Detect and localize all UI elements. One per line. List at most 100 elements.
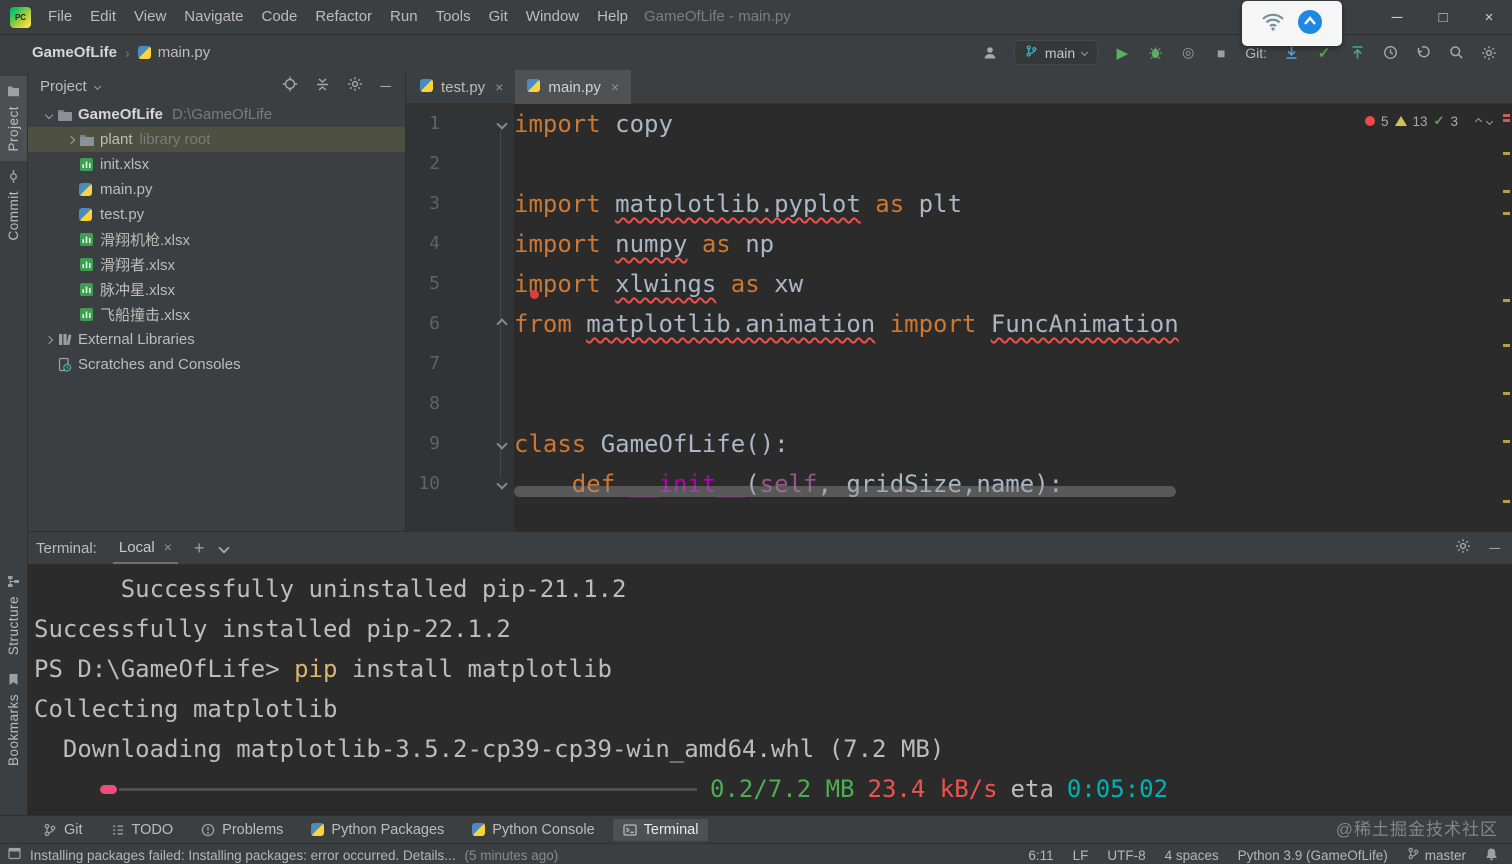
tree-item-scratches-and-consoles[interactable]: Scratches and Consoles [28,352,405,377]
menu-view[interactable]: View [125,0,175,34]
tree-item-xlsx[interactable]: 脉冲星.xlsx [28,277,405,302]
tool-stripe-project[interactable]: Project [0,76,27,161]
fold-up-icon[interactable] [494,304,510,344]
menu-navigate[interactable]: Navigate [175,0,252,34]
tool-stripe-structure[interactable]: Structure [0,566,27,664]
panel-settings-icon[interactable] [347,76,363,96]
editor-tab-test-py[interactable]: test.py × [408,70,515,104]
project-panel-title[interactable]: Project [40,78,101,95]
search-everywhere-button[interactable] [1447,43,1465,63]
tool-button-todo[interactable]: TODO [101,819,184,841]
next-problem-icon[interactable] [1485,117,1494,125]
chevron-right-icon[interactable] [40,335,57,344]
tree-item-xlsx[interactable]: 滑翔者.xlsx [28,252,405,277]
terminal-dropdown-button[interactable] [218,542,231,554]
fold-down-icon[interactable] [494,464,510,504]
editor-tab-main-py[interactable]: main.py × [515,70,632,104]
prev-problem-icon[interactable] [1474,117,1483,125]
tree-item-gameoflife[interactable]: GameOfLife D:\GameOfLife [28,102,405,127]
chevron-right-icon[interactable] [62,135,79,144]
tree-item-main-py[interactable]: main.py [28,177,405,202]
collapse-all-icon[interactable] [315,77,330,96]
status-message[interactable]: Installing packages failed: Installing p… [30,848,455,863]
tool-button-problems[interactable]: Problems [191,819,293,841]
fold-down-icon[interactable] [494,424,510,464]
code-line[interactable] [514,344,1512,384]
debug-button[interactable] [1146,43,1164,63]
status-item-lf[interactable]: LF [1073,848,1089,863]
maximize-button[interactable]: □ [1420,0,1466,34]
menu-refactor[interactable]: Refactor [306,0,381,34]
tree-item-xlsx[interactable]: 飞船撞击.xlsx [28,302,405,327]
minimize-button[interactable]: ─ [1374,0,1420,34]
locate-file-icon[interactable] [282,76,298,96]
branch-selector[interactable]: main [1013,40,1099,65]
run-button[interactable]: ▶ [1113,43,1131,63]
hide-panel-icon[interactable]: ─ [380,78,391,95]
tool-button-python-packages[interactable]: Python Packages [301,819,454,841]
code-line[interactable]: from matplotlib.animation import FuncAni… [514,304,1512,344]
tree-item-xlsx[interactable]: 滑翔机枪.xlsx [28,227,405,252]
menu-run[interactable]: Run [381,0,427,34]
editor-scrollbar[interactable] [1500,104,1512,531]
code-line[interactable]: import xlwings as xw [514,264,1512,304]
code-line[interactable]: def __init__(self, gridSize,name): [514,464,1512,504]
menu-window[interactable]: Window [517,0,588,34]
breadcrumb-project[interactable]: GameOfLife [32,44,117,61]
hide-terminal-button[interactable]: ─ [1489,540,1500,557]
undo-button[interactable] [1414,43,1432,63]
editor-tabs: test.py × main.py × [406,70,1512,104]
tree-item-label: plant [100,131,133,148]
settings-button[interactable] [1480,43,1498,63]
tree-item-test-py[interactable]: test.py [28,202,405,227]
editor[interactable]: 1 2 3 4 5 6 7 8 9 10 import copy import matplotlib… [406,104,1512,531]
fold-down-icon[interactable] [494,104,510,144]
menu-code[interactable]: Code [252,0,306,34]
tool-button-terminal[interactable]: Terminal [612,818,709,841]
status-branch-widget[interactable]: master [1407,847,1466,863]
status-item-python-3-9-gameoflife[interactable]: Python 3.9 (GameOfLife) [1238,848,1388,863]
coverage-button[interactable]: ◎ [1179,43,1197,63]
code-line[interactable] [514,144,1512,184]
status-item-4-spaces[interactable]: 4 spaces [1165,848,1219,863]
menu-help[interactable]: Help [588,0,637,34]
terminal-settings-icon[interactable] [1455,538,1471,558]
inspections-widget[interactable]: 5 13 ✓ 3 [1365,113,1494,129]
tree-item-external-libraries[interactable]: External Libraries [28,327,405,352]
history-button[interactable] [1381,43,1399,63]
horizontal-scrollbar[interactable] [514,486,1176,497]
menu-file[interactable]: File [39,0,81,34]
status-item-6-11[interactable]: 6:11 [1028,848,1053,863]
terminal-output[interactable]: Successfully uninstalled pip-21.1.2 Succe… [28,565,1512,815]
menu-tools[interactable]: Tools [427,0,480,34]
notifications-icon[interactable] [1485,847,1498,864]
quick-access-icon[interactable] [8,847,21,863]
code-line[interactable]: class GameOfLife(): [514,424,1512,464]
tree-item-init-xlsx[interactable]: init.xlsx [28,152,405,177]
menu-git[interactable]: Git [480,0,517,34]
close-tab-icon[interactable]: × [495,79,503,95]
close-button[interactable]: × [1466,0,1512,34]
download-size: 0.2/7.2 MB [710,775,855,803]
chevron-down-icon[interactable] [40,110,57,119]
push-button[interactable] [1348,43,1366,63]
code-line[interactable]: import matplotlib.pyplot as plt [514,184,1512,224]
code-line[interactable]: import copy [514,104,1512,144]
code-area[interactable]: import copy import matplotlib.pyplot as p… [514,104,1512,531]
close-tab-icon[interactable]: × [611,79,619,95]
tool-stripe-bookmarks[interactable]: Bookmarks [0,664,27,775]
tool-button-git[interactable]: Git [33,819,93,841]
close-tab-icon[interactable]: × [164,539,172,555]
tool-button-python-console[interactable]: Python Console [462,819,604,841]
breadcrumb-file[interactable]: main.py [158,44,211,61]
stop-button[interactable]: ■ [1212,43,1230,63]
status-item-utf-8[interactable]: UTF-8 [1107,848,1145,863]
new-session-button[interactable]: + [194,538,205,559]
tree-item-plant[interactable]: plant library root [28,127,405,152]
user-icon[interactable] [981,43,999,63]
terminal-tab-local[interactable]: Local × [112,532,178,564]
code-line[interactable] [514,384,1512,424]
tool-stripe-commit[interactable]: Commit [0,161,27,250]
code-line[interactable]: import numpy as np [514,224,1512,264]
menu-edit[interactable]: Edit [81,0,125,34]
